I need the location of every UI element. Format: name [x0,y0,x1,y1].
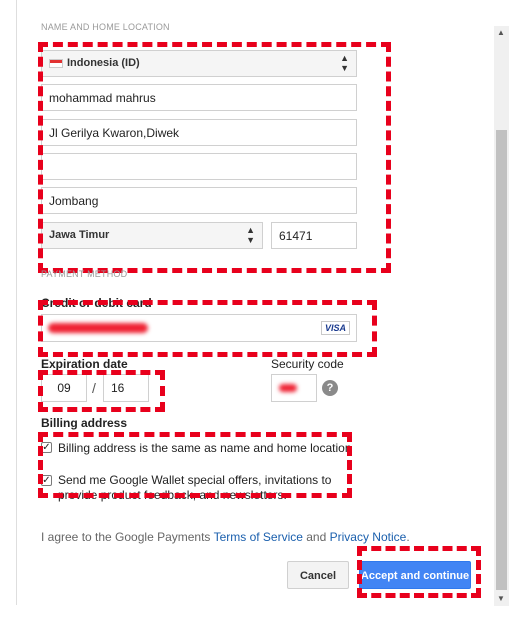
expiration-label: Expiration date [41,357,128,371]
same-address-checkbox[interactable]: ✓ [41,442,52,453]
accept-and-continue-button[interactable]: Accept and continue [359,561,471,589]
terms-text: I agree to the Google Payments Terms of … [41,530,410,544]
scroll-up-arrow-icon[interactable]: ▲ [497,28,505,37]
province-value: Jawa Timur [49,229,110,241]
privacy-notice-link[interactable]: Privacy Notice [330,530,407,544]
province-select[interactable]: Jawa Timur ▲ ▼ [41,222,263,249]
cancel-button[interactable]: Cancel [287,561,349,589]
billing-heading: Billing address [41,416,128,430]
redacted-security-code [279,384,297,392]
address-line1-field[interactable]: Jl Gerilya Kwaron,Diwek [41,119,357,146]
dialog-left-border [16,0,17,605]
visa-logo-icon: VISA [320,321,350,335]
terms-suffix: . [406,530,410,544]
offers-checkbox[interactable]: ✓ [41,475,52,486]
help-icon[interactable]: ? [322,380,338,396]
updown-arrows-icon: ▲ ▼ [340,53,349,73]
city-field[interactable]: Jombang [41,187,357,214]
terms-of-service-link[interactable]: Terms of Service [214,530,303,544]
postal-code-field[interactable]: 61471 [271,222,357,249]
scroll-down-arrow-icon[interactable]: ▼ [497,594,505,603]
address-section-title: NAME AND HOME LOCATION [41,22,170,32]
card-label: Credit or debit card [41,296,152,310]
scrollbar-thumb[interactable] [496,130,507,590]
address-line2-field[interactable] [41,153,357,180]
card-number-field[interactable]: VISA [41,314,357,342]
offers-label: Send me Google Wallet special offers, in… [58,473,332,502]
payment-section-title: PAYMENT METHOD [41,269,128,279]
updown-arrows-icon: ▲ ▼ [246,225,255,245]
exp-separator: / [92,380,96,396]
same-address-label: Billing address is the same as name and … [58,441,352,455]
security-code-label: Security code [271,357,344,371]
country-value: Indonesia (ID) [67,57,140,69]
redacted-card-number [48,323,148,333]
exp-year-field[interactable]: 16 [103,374,149,402]
terms-prefix: I agree to the Google Payments [41,530,214,544]
country-select[interactable]: Indonesia (ID) ▲ ▼ [41,50,357,77]
indonesia-flag-icon [49,58,63,68]
security-code-field[interactable] [271,374,317,402]
full-name-field[interactable]: mohammad mahrus [41,84,357,111]
terms-and: and [302,530,330,544]
exp-month-field[interactable]: 09 [41,374,87,402]
